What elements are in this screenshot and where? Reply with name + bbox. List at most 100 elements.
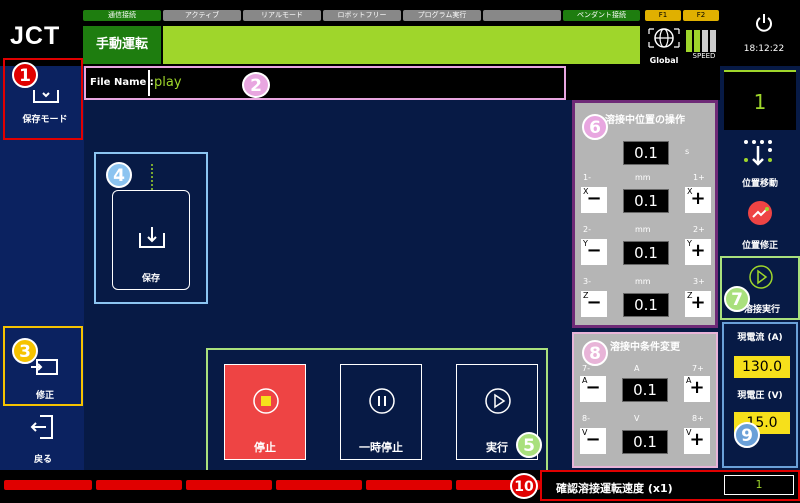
status-tab-comm: 通信接続 <box>83 10 161 21</box>
move-position-icon <box>744 140 772 166</box>
callout-5: 5 <box>516 432 542 458</box>
message-bar <box>163 26 640 64</box>
power-icon <box>756 14 772 32</box>
file-name-value: play <box>154 75 182 90</box>
speed-label: SPEED <box>692 52 716 60</box>
progress-segment-5 <box>366 480 452 490</box>
cond-2-plus-label: 8+ <box>692 414 704 423</box>
callout-6: 6 <box>582 114 608 140</box>
callout-3: 3 <box>12 338 38 364</box>
x-value[interactable]: 0.1 <box>623 189 669 213</box>
progress-segment-3 <box>186 480 272 490</box>
axis-2-unit: mm <box>635 225 651 234</box>
axis-3-plus-label: 3+ <box>693 277 705 286</box>
axis-3-unit: mm <box>635 277 651 286</box>
stop-button[interactable]: 停止 <box>224 364 306 460</box>
axis-2-minus-label: 2- <box>583 225 591 234</box>
axis-3-minus-label: 3- <box>583 277 591 286</box>
edit-button[interactable]: 修正 <box>3 326 83 406</box>
global-button[interactable]: Global <box>644 26 684 65</box>
progress-segment-1 <box>4 480 92 490</box>
a-minus-axis: A <box>582 376 588 385</box>
current-label: 現電流 (A) <box>737 333 783 343</box>
speed-bars <box>686 26 722 52</box>
weld-run-icon <box>749 265 773 289</box>
cond-2-unit: V <box>634 414 640 423</box>
move-position-button[interactable]: 位置移動 <box>724 136 796 190</box>
file-name-label: File Name : <box>90 77 154 88</box>
stop-icon <box>253 388 279 414</box>
progress-segment-2 <box>96 480 182 490</box>
status-tab-empty <box>483 10 561 21</box>
speed-footer-label: 確認溶接運転速度 (x1) <box>556 482 673 495</box>
time-unit: s <box>685 147 690 156</box>
file-name-field[interactable]: play <box>148 70 562 96</box>
status-tab-program: プログラム実行 <box>403 10 481 21</box>
f2-tab[interactable]: F2 <box>683 10 719 21</box>
clock-time: 18:12:22 <box>743 44 785 54</box>
pause-button[interactable]: 一時停止 <box>340 364 422 460</box>
meter-panel: 現電流 (A) 130.0 現電圧 (V) 15.0 <box>722 322 798 468</box>
v-plus-axis: V <box>686 428 692 437</box>
callout-2: 2 <box>242 72 270 98</box>
app-logo: JCT <box>10 22 61 50</box>
global-label: Global <box>649 56 679 65</box>
status-tab-robotfree: ロボットフリー <box>323 10 401 21</box>
callout-7: 7 <box>724 286 750 312</box>
y-plus-axis: Y <box>687 239 692 248</box>
mode-indicator: 手動運転 <box>83 26 161 64</box>
file-bar-spacer <box>566 66 720 100</box>
v-value[interactable]: 0.1 <box>622 430 668 454</box>
status-tab-realmode: リアルモード <box>243 10 321 21</box>
save-label: 保存 <box>141 274 160 284</box>
y-minus-axis: Y <box>583 239 588 248</box>
axis-1-plus-label: 1+ <box>693 173 705 182</box>
back-label: 戻る <box>33 455 52 465</box>
back-button[interactable]: 戻る <box>5 412 81 468</box>
axis-2-plus-label: 2+ <box>693 225 705 234</box>
save-card[interactable]: 保存 <box>112 190 190 290</box>
v-minus-axis: V <box>582 428 588 437</box>
f1-tab[interactable]: F1 <box>645 10 681 21</box>
globe-icon <box>648 28 680 48</box>
voltage-label: 現電圧 (V) <box>737 391 783 401</box>
a-value[interactable]: 0.1 <box>622 378 668 402</box>
cond-1-minus-label: 7- <box>582 364 590 373</box>
cond-1-plus-label: 7+ <box>692 364 704 373</box>
counter-box: 1 <box>724 70 796 130</box>
status-tab-pendant: ペンダント接続 <box>563 10 640 21</box>
fix-position-label: 位置修正 <box>741 241 778 251</box>
edit-label: 修正 <box>35 391 54 401</box>
callout-4: 4 <box>106 162 132 188</box>
callout-8: 8 <box>582 340 608 366</box>
play-icon <box>485 388 511 414</box>
axis-1-unit: mm <box>635 173 651 182</box>
y-value[interactable]: 0.1 <box>623 241 669 265</box>
speed-footer-field[interactable]: 1 <box>724 475 794 495</box>
time-value[interactable]: 0.1 <box>623 141 669 165</box>
speed-indicator[interactable]: SPEED <box>686 26 722 64</box>
stop-label: 停止 <box>254 441 276 454</box>
cond-1-unit: A <box>634 364 640 373</box>
save-mode-label: 保存モード <box>22 115 68 125</box>
counter-value: 1 <box>753 90 767 114</box>
pause-icon <box>369 388 395 414</box>
pause-label: 一時停止 <box>359 441 403 454</box>
callout-1: 1 <box>12 62 38 88</box>
fix-position-icon <box>748 201 772 225</box>
speed-footer-value: 1 <box>755 478 763 491</box>
speed-footer-box: 確認溶接運転速度 (x1) 1 <box>540 470 800 501</box>
z-value[interactable]: 0.1 <box>623 293 669 317</box>
z-minus-axis: Z <box>583 291 589 300</box>
move-position-label: 位置移動 <box>741 179 778 189</box>
callout-9: 9 <box>734 422 760 448</box>
current-value: 130.0 <box>734 356 790 378</box>
x-minus-axis: X <box>583 187 589 196</box>
status-tab-active: アクティブ <box>163 10 241 21</box>
a-plus-axis: A <box>686 376 692 385</box>
file-name-bar: File Name : play <box>84 66 566 100</box>
axis-1-minus-label: 1- <box>583 173 591 182</box>
power-time-box[interactable]: 18:12:22 <box>736 12 792 62</box>
fix-position-button[interactable]: 位置修正 <box>724 198 796 252</box>
save-icon <box>139 227 165 248</box>
